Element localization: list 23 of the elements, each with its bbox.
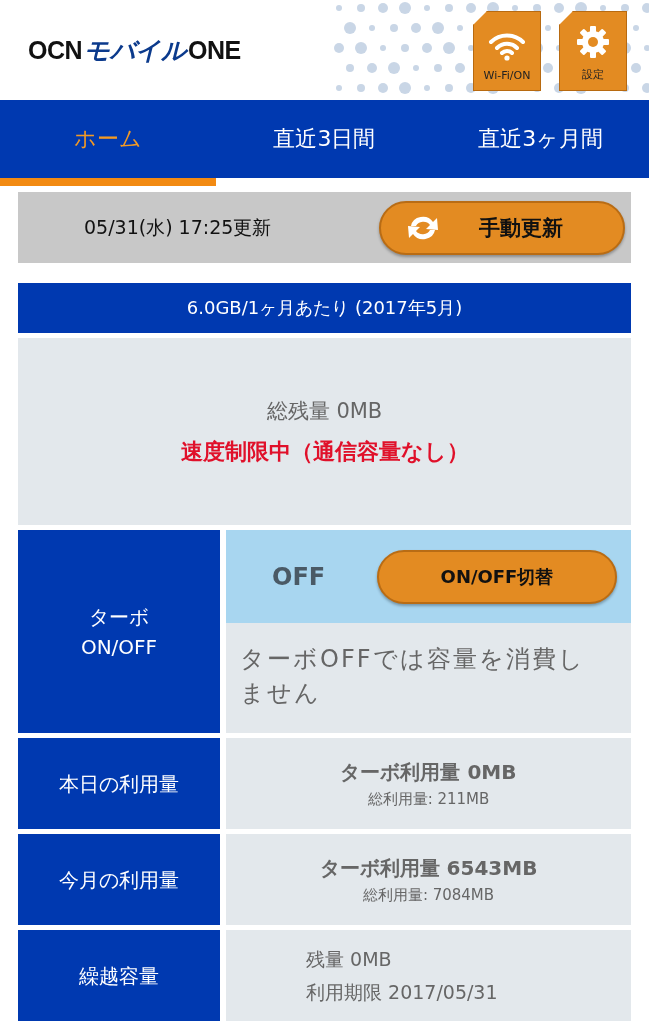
nav-tab[interactable]: 直近3ヶ月間 <box>432 100 649 178</box>
table-cell: ターボ利用量 6543MB 総利用量: 7084MB <box>226 834 631 925</box>
row-label: ターボ ON/OFF <box>18 530 220 733</box>
turbo-note: ターボOFFでは容量を消費しません <box>226 623 631 733</box>
wifi-icon <box>488 31 526 61</box>
row-label: 本日の利用量 <box>18 738 220 829</box>
table-cell: ターボ利用量 0MB 総利用量: 211MB <box>226 738 631 829</box>
wifi-button[interactable]: Wi-Fi/ON <box>473 11 541 91</box>
refresh-button[interactable]: 手動更新 <box>379 200 625 255</box>
warning-text: 速度制限中（通信容量なし） <box>180 437 469 466</box>
settings-button[interactable]: 設定 <box>559 11 627 91</box>
plan-title: 6.0GB/1ヶ月あたり (2017年5月) <box>18 283 631 333</box>
table-cell: 残量 0MB 利用期限 2017/05/31 <box>226 930 631 1021</box>
remaining-text: 総残量 0MB <box>266 397 383 425</box>
nav-tab[interactable]: 直近3日間 <box>216 100 433 178</box>
settings-icon <box>576 25 610 59</box>
turbo-status: OFF <box>272 562 326 591</box>
toggle-button[interactable]: ON/OFF切替 <box>377 549 617 604</box>
nav-tab[interactable]: ホーム <box>0 100 217 178</box>
logo: OCN モバイルONE <box>28 34 241 66</box>
row-label: 今月の利用量 <box>18 834 220 925</box>
update-time: 05/31(水) 17:25更新 <box>84 214 272 240</box>
row-label: 繰越容量 <box>18 930 220 1021</box>
